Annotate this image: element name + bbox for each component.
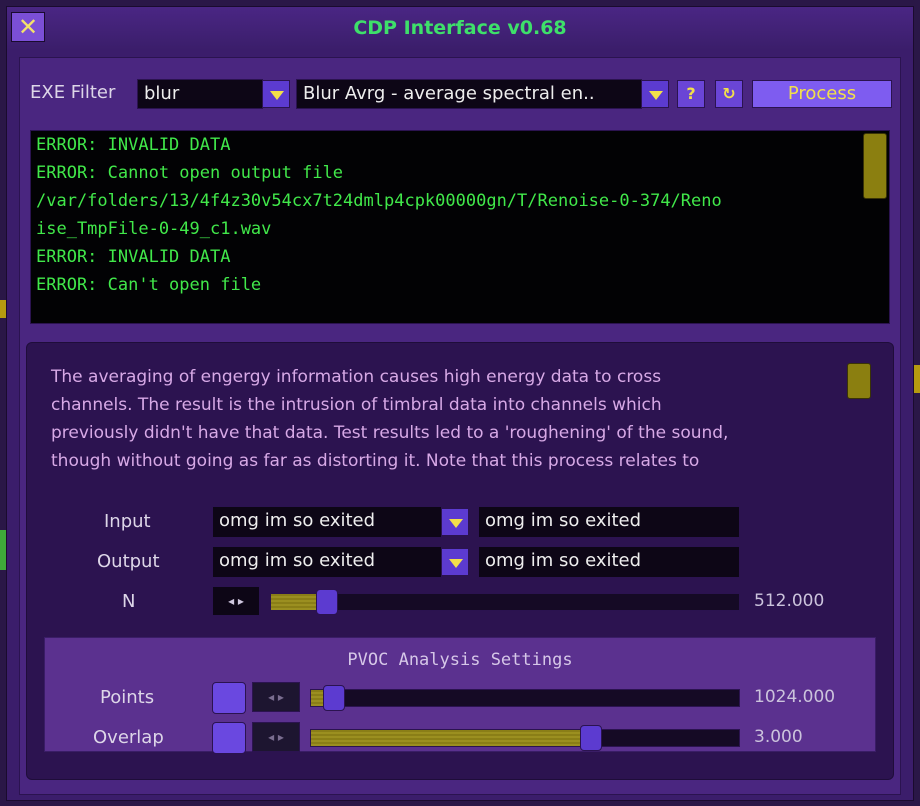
points-value: 1024.000 — [754, 687, 836, 707]
help-icon[interactable]: ? — [677, 80, 705, 108]
log-line: ERROR: Can't open file — [36, 275, 262, 295]
exe-filter-select[interactable]: blur — [137, 79, 263, 109]
points-toggle-button[interactable] — [212, 682, 246, 714]
description-line: previously didn't have that data. Test r… — [51, 423, 729, 443]
log-line: ERROR: Cannot open output file — [36, 163, 344, 183]
edge-mark-right-1 — [914, 365, 920, 393]
input-name-field[interactable]: omg im so exited — [478, 506, 740, 538]
points-slider[interactable] — [310, 685, 740, 711]
log-line: ERROR: INVALID DATA — [36, 247, 231, 267]
exe-filter-dropdown-icon[interactable] — [262, 80, 290, 108]
overlap-slider-fill — [311, 730, 591, 746]
overlap-slider-handle[interactable] — [580, 725, 602, 751]
output-dropdown-icon[interactable] — [441, 548, 469, 576]
points-slider-handle[interactable] — [323, 685, 345, 711]
overlap-label: Overlap — [93, 727, 164, 748]
overlap-toggle-button[interactable] — [212, 722, 246, 754]
error-log: ERROR: INVALID DATA ERROR: Cannot open o… — [30, 130, 890, 324]
exe-filter-label: EXE Filter — [30, 82, 116, 103]
description-line: though without going as far as distortin… — [51, 451, 700, 471]
output-select[interactable]: omg im so exited — [212, 546, 442, 578]
process-dropdown-icon[interactable] — [641, 80, 669, 108]
log-line: ise_TmpFile-0-49_c1.wav — [36, 219, 272, 239]
log-line: /var/folders/13/4f4z30v54cx7t24dmlp4cpk0… — [36, 191, 722, 211]
points-nudge-icon[interactable]: ◂ ▸ — [252, 682, 300, 712]
process-button[interactable]: Process — [752, 80, 892, 108]
overlap-nudge-icon[interactable]: ◂ ▸ — [252, 722, 300, 752]
titlebar: ✕ CDP Interface v0.68 — [7, 7, 913, 49]
output-label: Output — [97, 551, 160, 572]
description-line: The averaging of engergy information cau… — [51, 367, 662, 387]
n-slider-handle[interactable] — [316, 589, 338, 615]
window-title: CDP Interface v0.68 — [353, 17, 567, 39]
description-line: channels. The result is the intrusion of… — [51, 395, 662, 415]
overlap-value: 3.000 — [754, 727, 803, 747]
overlap-slider[interactable] — [310, 725, 740, 751]
input-label: Input — [104, 511, 151, 532]
output-name-field[interactable]: omg im so exited — [478, 546, 740, 578]
input-select[interactable]: omg im so exited — [212, 506, 442, 538]
description-scrollbar-thumb[interactable] — [847, 363, 871, 399]
log-line: ERROR: INVALID DATA — [36, 135, 231, 155]
refresh-icon[interactable]: ↻ — [715, 80, 743, 108]
n-slider[interactable] — [270, 589, 740, 615]
n-label: N — [122, 591, 136, 612]
log-scrollbar-thumb[interactable] — [863, 133, 887, 199]
pvoc-title: PVOC Analysis Settings — [347, 650, 573, 670]
n-nudge-icon[interactable]: ◂ ▸ — [212, 586, 260, 616]
input-dropdown-icon[interactable] — [441, 508, 469, 536]
n-value: 512.000 — [754, 591, 825, 611]
process-select[interactable]: Blur Avrg - average spectral en.. — [296, 79, 642, 109]
points-label: Points — [100, 687, 155, 708]
